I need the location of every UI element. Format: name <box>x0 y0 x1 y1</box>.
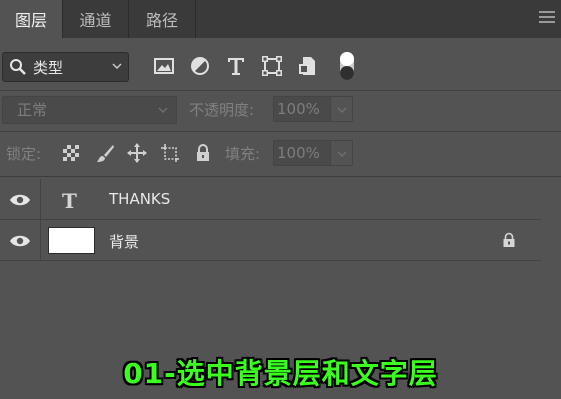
visibility-eye-icon[interactable] <box>9 192 31 208</box>
tab-divider <box>195 0 196 38</box>
layers-list: T THANKS 背景 <box>0 179 541 262</box>
lock-all-icon[interactable] <box>193 143 213 163</box>
layer-name[interactable]: THANKS <box>109 190 170 208</box>
visibility-eye-icon[interactable] <box>9 233 31 249</box>
opacity-input[interactable]: 100% <box>273 96 331 122</box>
blend-mode-select[interactable]: 正常 <box>2 96 177 124</box>
tab-layers[interactable]: 图层 <box>0 0 62 38</box>
lock-label: 锁定: <box>6 145 42 163</box>
filter-toggle-switch[interactable] <box>340 52 354 80</box>
tab-channels[interactable]: 通道 <box>63 0 128 38</box>
type-filter-icon[interactable] <box>225 55 247 77</box>
filter-kind-label: 类型 <box>33 58 64 77</box>
fill-input[interactable]: 100% <box>273 140 331 166</box>
layer-row-text[interactable]: T THANKS <box>0 179 541 220</box>
layer-row-background[interactable]: 背景 <box>0 220 541 261</box>
chevron-down-icon <box>337 151 347 157</box>
divider <box>0 131 561 132</box>
chevron-down-icon <box>158 107 168 113</box>
lock-position-move-icon[interactable] <box>127 143 147 163</box>
layer-thumbnail <box>48 227 95 254</box>
tutorial-caption: 01-选中背景层和文字层 <box>123 357 438 390</box>
panel-menu-icon[interactable] <box>539 11 555 25</box>
lock-transparent-pixels-icon[interactable] <box>61 143 81 163</box>
layer-name[interactable]: 背景 <box>109 231 139 252</box>
fill-label: 填充: <box>225 145 261 163</box>
lock-artboard-icon[interactable] <box>160 143 180 163</box>
column-divider <box>40 220 41 261</box>
toggle-track-bottom <box>340 66 354 80</box>
filter-kind-select[interactable]: 类型 <box>2 52 129 82</box>
smart-object-filter-icon[interactable] <box>297 55 319 77</box>
tab-paths[interactable]: 路径 <box>129 0 195 38</box>
blend-mode-value: 正常 <box>17 101 48 119</box>
adjustment-filter-icon[interactable] <box>189 55 211 77</box>
text-layer-icon: T <box>62 189 77 213</box>
lock-icon <box>503 232 515 247</box>
column-divider <box>40 179 41 220</box>
image-filter-icon[interactable] <box>153 55 175 77</box>
chevron-down-icon <box>112 63 122 69</box>
search-icon <box>10 59 26 75</box>
lock-image-pixels-brush-icon[interactable] <box>95 143 115 163</box>
divider <box>0 176 561 177</box>
chevron-down-icon <box>337 107 347 113</box>
divider <box>0 90 561 91</box>
opacity-label: 不透明度: <box>189 101 255 119</box>
fill-dropdown[interactable] <box>331 140 353 166</box>
shape-filter-icon[interactable] <box>261 55 283 77</box>
opacity-dropdown[interactable] <box>331 96 353 122</box>
panel-tab-bar: 图层 通道 路径 <box>0 0 561 38</box>
toggle-knob <box>340 52 354 66</box>
